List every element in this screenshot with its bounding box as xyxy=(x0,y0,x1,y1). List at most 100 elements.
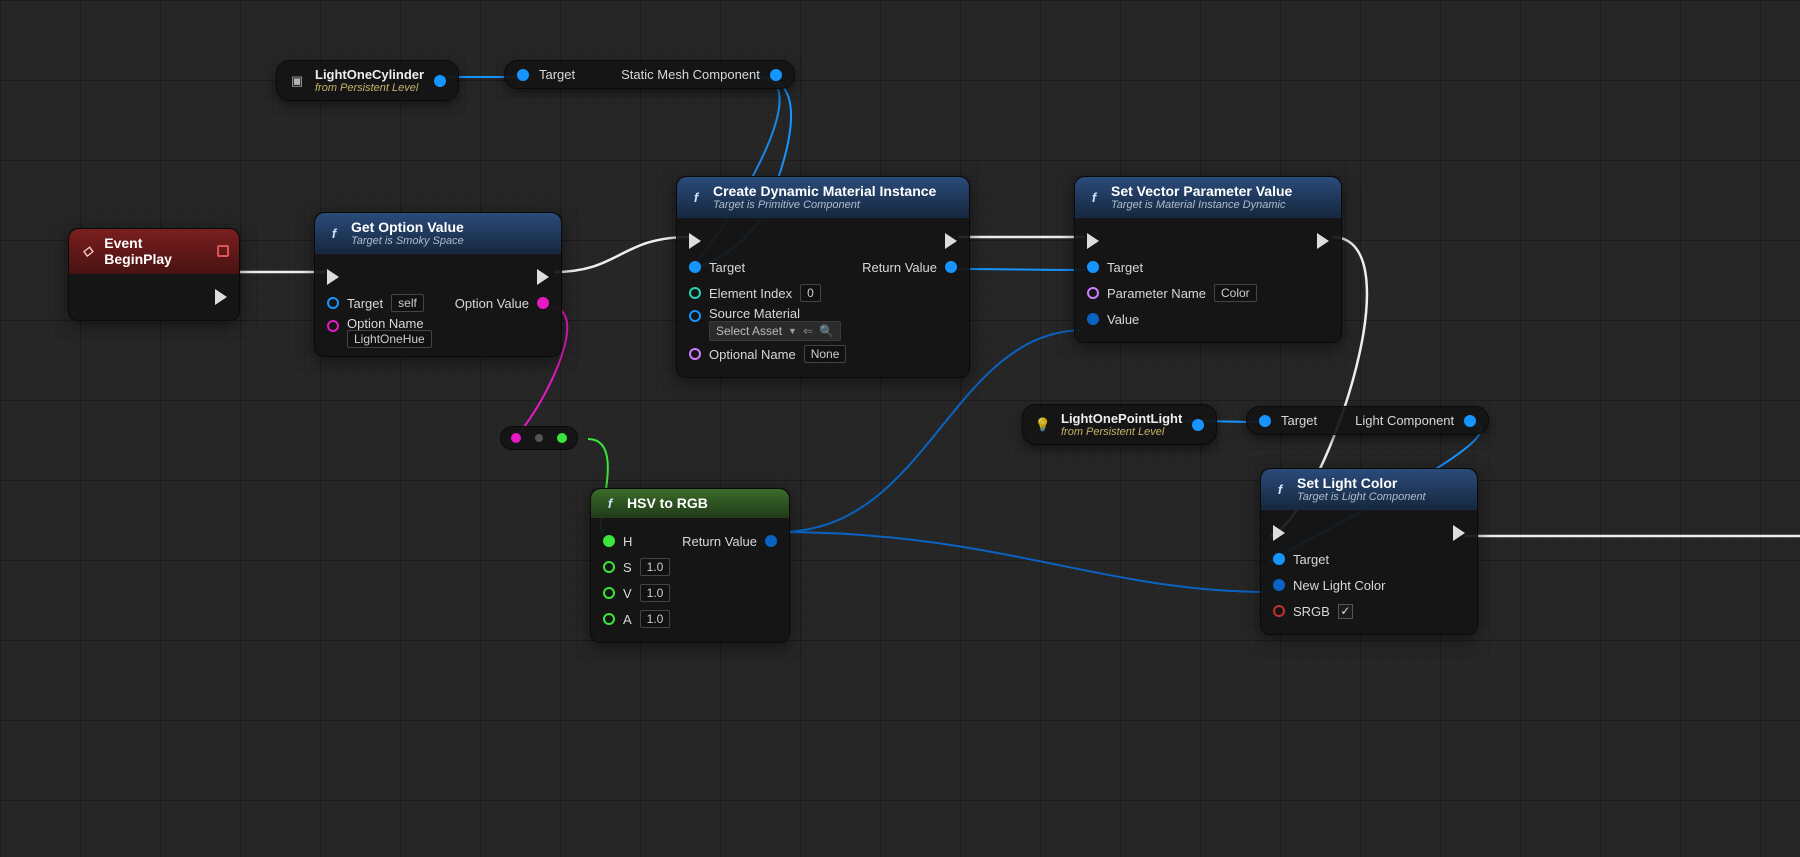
pin-element-index[interactable] xyxy=(689,287,701,299)
pin-target[interactable] xyxy=(1087,261,1099,273)
pin-s[interactable] xyxy=(603,561,615,573)
var-title: LightOnePointLight xyxy=(1061,411,1182,426)
pin-default-value[interactable]: 1.0 xyxy=(640,610,671,628)
node-create-dynamic-material-instance[interactable]: f Create Dynamic Material Instance Targe… xyxy=(676,176,970,378)
node-set-light-color[interactable]: f Set Light Color Target is Light Compon… xyxy=(1260,468,1478,635)
actor-icon: ▣ xyxy=(289,73,305,89)
pin-label: Return Value xyxy=(862,260,937,275)
pin-label: Target xyxy=(347,296,383,311)
pin-srgb[interactable] xyxy=(1273,605,1285,617)
exec-out-pin[interactable] xyxy=(1453,525,1465,541)
pin-target[interactable] xyxy=(1273,553,1285,565)
pin-default-value[interactable]: 1.0 xyxy=(640,558,671,576)
node-set-vector-parameter-value[interactable]: f Set Vector Parameter Value Target is M… xyxy=(1074,176,1342,343)
input-pin-target[interactable] xyxy=(1259,415,1271,427)
pin-v[interactable] xyxy=(603,587,615,599)
pin-label: A xyxy=(623,612,632,627)
wire-layer xyxy=(0,0,1800,857)
var-light-one-cylinder[interactable]: ▣ LightOneCylinder from Persistent Level xyxy=(276,60,459,101)
node-title: Set Light Color xyxy=(1297,475,1397,491)
pin-target[interactable] xyxy=(689,261,701,273)
pin-default-value[interactable]: Color xyxy=(1214,284,1257,302)
node-title: Event BeginPlay xyxy=(104,235,209,267)
exec-out-pin[interactable] xyxy=(215,289,227,305)
var-light-one-point-light[interactable]: 💡 LightOnePointLight from Persistent Lev… xyxy=(1022,404,1217,445)
output-pin[interactable] xyxy=(434,75,446,87)
reroute-in-pin[interactable] xyxy=(511,433,521,443)
pin-label: Option Value xyxy=(455,296,529,311)
exec-in-pin[interactable] xyxy=(1273,525,1285,541)
pin-a[interactable] xyxy=(603,613,615,625)
pin-default-value[interactable]: self xyxy=(391,294,424,312)
function-icon: f xyxy=(601,496,619,511)
pin-label: Return Value xyxy=(682,534,757,549)
pin-value[interactable] xyxy=(1087,313,1099,325)
exec-in-pin[interactable] xyxy=(689,233,701,249)
pin-label: Optional Name xyxy=(709,347,796,362)
node-hsv-to-rgb[interactable]: f HSV to RGB H Return Value S 1.0 V xyxy=(590,488,790,643)
node-subtitle: Target is Material Instance Dynamic xyxy=(1111,199,1292,211)
pin-return-value[interactable] xyxy=(945,261,957,273)
asset-picker-label: Select Asset xyxy=(716,324,782,338)
pin-default-value[interactable]: 1.0 xyxy=(640,584,671,602)
pin-label: Target xyxy=(709,260,745,275)
pin-label: Source Material xyxy=(709,306,841,321)
exec-in-pin[interactable] xyxy=(1087,233,1099,249)
asset-browse-icon[interactable]: ⇐ xyxy=(803,324,813,338)
pin-label-output: Static Mesh Component xyxy=(621,67,760,82)
get-static-mesh-component[interactable]: Target Static Mesh Component xyxy=(504,60,795,89)
pin-source-material[interactable] xyxy=(689,310,701,322)
exec-out-pin[interactable] xyxy=(1317,233,1329,249)
reroute-node[interactable] xyxy=(500,426,578,450)
pin-option-name[interactable] xyxy=(327,320,339,332)
node-title: Set Vector Parameter Value xyxy=(1111,183,1292,199)
pin-target[interactable] xyxy=(327,297,339,309)
pin-default-value[interactable]: LightOneHue xyxy=(347,330,432,348)
function-icon: f xyxy=(325,226,343,241)
pin-label: Target xyxy=(1107,260,1143,275)
pin-label: New Light Color xyxy=(1293,578,1386,593)
pin-label-target: Target xyxy=(539,67,575,82)
pin-label-target: Target xyxy=(1281,413,1317,428)
pin-new-light-color[interactable] xyxy=(1273,579,1285,591)
exec-out-pin[interactable] xyxy=(945,233,957,249)
input-pin-target[interactable] xyxy=(517,69,529,81)
pin-label: S xyxy=(623,560,632,575)
pin-parameter-name[interactable] xyxy=(1087,287,1099,299)
pin-default-value[interactable]: None xyxy=(804,345,847,363)
asset-picker[interactable]: Select Asset ▼ ⇐ 🔍 xyxy=(709,321,841,341)
pin-optional-name[interactable] xyxy=(689,348,701,360)
light-icon: 💡 xyxy=(1035,417,1051,433)
node-subtitle: Target is Smoky Space xyxy=(351,235,464,247)
node-subtitle: Target is Light Component xyxy=(1297,491,1426,503)
pin-default-value[interactable]: 0 xyxy=(800,284,821,302)
pin-label: H xyxy=(623,534,632,549)
node-title: Get Option Value xyxy=(351,219,464,235)
pin-label: V xyxy=(623,586,632,601)
reroute-out-pin[interactable] xyxy=(557,433,567,443)
custom-event-indicator xyxy=(217,245,229,257)
var-title: LightOneCylinder xyxy=(315,67,424,82)
chevron-down-icon: ▼ xyxy=(788,326,797,336)
node-title: Create Dynamic Material Instance xyxy=(713,183,936,199)
function-icon: f xyxy=(687,190,705,205)
node-event-begin-play[interactable]: ◇ Event BeginPlay xyxy=(68,228,240,321)
pin-return-value[interactable] xyxy=(765,535,777,547)
node-get-option-value[interactable]: f Get Option Value Target is Smoky Space… xyxy=(314,212,562,357)
pin-option-value[interactable] xyxy=(537,297,549,309)
pin-h[interactable] xyxy=(603,535,615,547)
exec-out-pin[interactable] xyxy=(537,269,549,285)
output-pin[interactable] xyxy=(770,69,782,81)
asset-find-icon[interactable]: 🔍 xyxy=(819,324,834,338)
output-pin[interactable] xyxy=(1192,419,1204,431)
get-light-component[interactable]: Target Light Component xyxy=(1246,406,1489,435)
node-subtitle: Target is Primitive Component xyxy=(713,199,936,211)
var-subtitle: from Persistent Level xyxy=(1061,426,1182,438)
output-pin[interactable] xyxy=(1464,415,1476,427)
pin-label: Target xyxy=(1293,552,1329,567)
pin-label: SRGB xyxy=(1293,604,1330,619)
function-icon: f xyxy=(1085,190,1103,205)
pin-label: Value xyxy=(1107,312,1139,327)
checkbox-srgb[interactable] xyxy=(1338,604,1353,619)
exec-in-pin[interactable] xyxy=(327,269,339,285)
